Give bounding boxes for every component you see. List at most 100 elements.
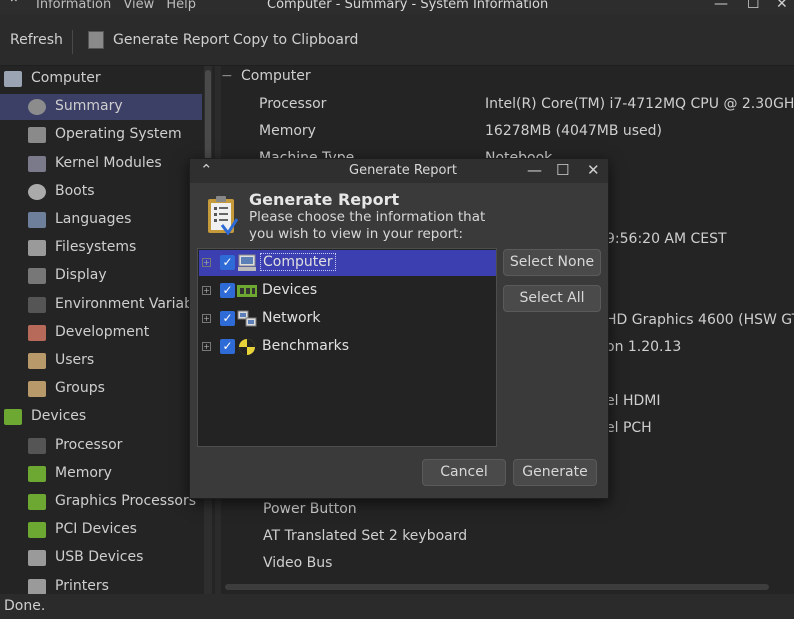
sidebar-item-languages[interactable]: Languages — [0, 207, 202, 233]
status-text: Done. — [4, 598, 46, 614]
sidebar-item-environment-variables[interactable]: Environment Variables — [0, 292, 213, 318]
sidebar-item-label: Printers — [55, 577, 109, 594]
sidebar-item-filesystems[interactable]: Filesystems — [0, 235, 202, 261]
list-item-computer[interactable]: + ✓ Computer — [199, 250, 496, 276]
dialog-maximize-icon[interactable]: ☐ — [556, 161, 569, 179]
sidebar-item-label: Computer — [31, 70, 101, 86]
input-device: AT Translated Set 2 keyboard — [263, 528, 468, 544]
sidebar-item-label: Kernel Modules — [55, 154, 162, 171]
users-icon — [28, 353, 46, 369]
sidebar-item-label: PCI Devices — [55, 521, 137, 538]
list-item-benchmarks[interactable]: + ✓ Benchmarks — [199, 334, 496, 360]
sidebar-item-graphics-processors[interactable]: Graphics Processors — [0, 489, 202, 515]
expand-icon[interactable]: + — [202, 286, 211, 295]
list-item-label: Network — [262, 310, 321, 326]
sidebar-item-development[interactable]: Development — [0, 320, 202, 346]
sidebar-item-kernel-modules[interactable]: Kernel Modules — [0, 151, 202, 177]
sidebar-item-label: Memory — [55, 464, 112, 481]
sidebar-item-label: Users — [55, 352, 95, 368]
detail-value: on 1.20.13 — [606, 339, 682, 355]
benchmark-icon — [239, 339, 255, 355]
development-icon — [28, 324, 46, 341]
memory-icon — [28, 465, 46, 482]
monitor-icon — [28, 268, 46, 285]
expand-icon[interactable]: + — [202, 258, 211, 267]
sidebar-item-printers[interactable]: Printers — [0, 574, 202, 594]
sidebar-item-pci-devices[interactable]: PCI Devices — [0, 517, 202, 543]
flag-icon — [28, 212, 46, 228]
generate-report-dialog: ⌃ Generate Report — ☐ ✕ Generate Report … — [189, 158, 609, 499]
checkbox-computer[interactable]: ✓ — [220, 255, 235, 270]
sidebar-item-users[interactable]: Users — [0, 348, 202, 374]
horizontal-scrollbar[interactable] — [225, 584, 769, 590]
status-bar: Done. — [0, 594, 794, 619]
detail-value: 9:56:20 AM CEST — [606, 231, 727, 247]
dialog-title-bar: ⌃ Generate Report — ☐ ✕ — [190, 159, 608, 183]
sidebar-item-label: Development — [55, 323, 150, 340]
board-icon — [4, 409, 22, 426]
groups-icon — [28, 381, 46, 398]
sidebar-item-computer[interactable]: Computer — [0, 66, 202, 92]
list-item-devices[interactable]: + ✓ Devices — [199, 278, 496, 304]
dialog-subtitle: Please choose the information that you w… — [249, 209, 486, 242]
maximize-icon[interactable]: ☐ — [747, 0, 760, 12]
info-icon — [28, 99, 46, 116]
board-icon — [237, 285, 257, 297]
expand-icon[interactable]: + — [202, 314, 211, 323]
computer-icon — [238, 254, 256, 271]
menu-view[interactable]: View — [123, 0, 154, 12]
sidebar-item-memory[interactable]: Memory — [0, 461, 202, 487]
sidebar-item-operating-system[interactable]: Operating System — [0, 122, 202, 148]
copy-to-clipboard-button[interactable]: Copy to Clipboard — [233, 32, 358, 48]
menu-information[interactable]: Information — [36, 0, 111, 12]
sidebar-item-label: Languages — [55, 211, 132, 227]
sidebar-item-summary[interactable]: Summary — [0, 94, 202, 121]
gear-icon — [28, 127, 46, 144]
toolbar-separator — [72, 30, 73, 54]
collapse-icon[interactable]: − — [221, 68, 233, 84]
category-tree[interactable]: Computer Summary Operating System Kernel Mo… — [0, 66, 215, 594]
checkbox-network[interactable]: ✓ — [220, 311, 235, 326]
sidebar-item-label: Groups — [55, 380, 105, 397]
sidebar-item-display[interactable]: Display — [0, 263, 202, 289]
sidebar-item-label: Operating System — [55, 126, 182, 143]
sidebar-item-label: USB Devices — [55, 549, 144, 566]
cancel-button[interactable]: Cancel — [422, 459, 506, 486]
clipboard-icon — [208, 196, 238, 235]
report-sections-list[interactable]: + ✓ Computer + ✓ Devices + ✓ Network + ✓… — [197, 248, 497, 447]
window-menu-icon[interactable]: ⌃ — [8, 0, 20, 12]
expand-icon[interactable]: + — [202, 342, 211, 351]
checkbox-benchmarks[interactable]: ✓ — [220, 339, 235, 354]
minimize-icon[interactable]: — — [714, 0, 728, 12]
section-header[interactable]: − Computer — [221, 68, 311, 84]
terminal-icon — [28, 296, 46, 313]
dialog-menu-icon[interactable]: ⌃ — [200, 161, 213, 179]
computer-icon — [4, 71, 22, 87]
toolbar: Refresh Generate Report Copy to Clipboar… — [0, 14, 794, 66]
sidebar-item-devices[interactable]: Devices — [0, 404, 202, 430]
pci-icon — [28, 522, 46, 539]
dialog-heading: Generate Report — [249, 190, 400, 209]
list-item-network[interactable]: + ✓ Network — [199, 306, 496, 332]
select-none-button[interactable]: Select None — [503, 249, 601, 276]
sidebar-item-boots[interactable]: Boots — [0, 179, 202, 205]
generate-button[interactable]: Generate — [513, 459, 597, 486]
sidebar-item-processor[interactable]: Processor — [0, 433, 202, 459]
report-icon[interactable] — [88, 31, 104, 49]
usb-icon — [28, 550, 46, 567]
select-all-button[interactable]: Select All — [503, 285, 601, 312]
refresh-button[interactable]: Refresh — [10, 32, 63, 48]
sidebar-item-label: Processor — [55, 436, 123, 453]
window-title: Computer - Summary - System Information — [267, 0, 549, 12]
dialog-minimize-icon[interactable]: — — [527, 161, 542, 179]
sidebar-item-label: Boots — [55, 182, 95, 199]
checkbox-devices[interactable]: ✓ — [220, 283, 235, 298]
generate-report-button[interactable]: Generate Report — [113, 32, 229, 48]
menu-help[interactable]: Help — [166, 0, 196, 12]
sidebar-item-usb-devices[interactable]: USB Devices — [0, 545, 202, 571]
dialog-close-icon[interactable]: ✕ — [587, 161, 600, 179]
menu-bar: Information View Help — [36, 0, 204, 12]
close-icon[interactable]: ✕ — [776, 0, 788, 12]
sidebar-item-groups[interactable]: Groups — [0, 376, 202, 402]
detail-value: 16278MB (4047MB used) — [485, 123, 663, 139]
